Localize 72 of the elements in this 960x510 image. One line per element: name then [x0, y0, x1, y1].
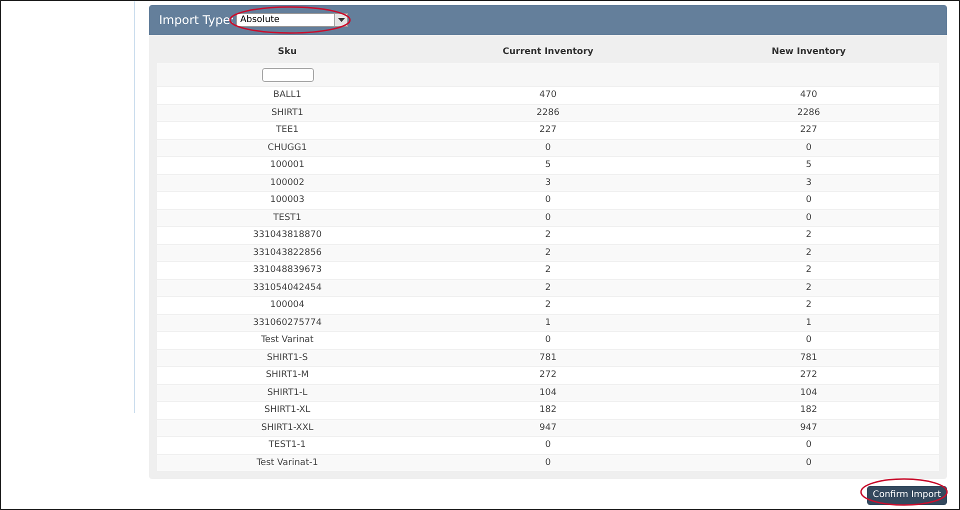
table-cell-text: 2 [804, 265, 813, 276]
table-cell-text: 1 [804, 318, 813, 328]
table-cell-text: 331043818870 [252, 230, 323, 240]
table-cell-text: 5 [804, 160, 813, 170]
table-cell-text: 331060275774 [252, 318, 323, 328]
table-cell-text: 3 [804, 178, 813, 188]
table-cell-text: SHIRT1-M [264, 370, 310, 380]
table-cell-text: 100004 [269, 300, 306, 310]
table-cell-text: 100003 [269, 195, 306, 206]
table-cell-text: 2286 [796, 108, 822, 118]
table-cell-text: 0 [804, 335, 813, 346]
table-cell-text: 331048839673 [252, 265, 323, 276]
table-cell-text: 781 [799, 352, 818, 363]
table-cell-text: 227 [799, 125, 818, 136]
table-cell-text: 182 [538, 405, 558, 416]
table-cell-text: 5 [544, 160, 552, 170]
table-cell-text: Test Varinat-1 [256, 458, 320, 468]
table-cell-text: 0 [544, 212, 552, 223]
table-cell-text: TEE1 [275, 125, 300, 136]
table-cell-text: 0 [544, 458, 552, 468]
table-cell-text: 272 [538, 370, 558, 380]
table-cell-text: 0 [544, 195, 552, 206]
table-cell-text: TEST1 [272, 212, 302, 223]
table-cell-text: SHIRT1-XL [263, 405, 312, 416]
column-header: Sku [276, 46, 298, 56]
table-cell-text: BALL1 [272, 90, 302, 100]
table-cell-text: 331043822856 [252, 248, 323, 258]
table-cell-text: 470 [799, 90, 818, 100]
table-cell-text: 2 [544, 282, 552, 293]
table-cell-text: 272 [799, 370, 818, 380]
table-cell-text: 947 [538, 422, 558, 433]
table-cell-text: 0 [544, 142, 552, 153]
table-cell-text: 104 [799, 388, 818, 398]
table-cell-text: 2 [544, 248, 552, 258]
table-cell-text: 0 [804, 142, 813, 153]
table-cell-text: 0 [804, 195, 813, 206]
table-cell-text: TEST1-1 [268, 440, 307, 450]
table-cell-text: 2 [544, 300, 552, 310]
table-cell-text: 2 [544, 230, 552, 240]
table-cell-text: 104 [538, 388, 558, 398]
table-cell-text: 947 [799, 422, 818, 433]
table-cell-text: 781 [538, 352, 558, 363]
confirm-import-button[interactable]: Confirm Import [866, 486, 947, 504]
table-cell-text: 2286 [536, 108, 560, 118]
table-cell-text: 0 [804, 212, 813, 223]
table-cell-text: 1 [544, 318, 552, 328]
table-cell-text: Test Varinat [260, 335, 315, 346]
table-cell-text: 100001 [269, 160, 306, 170]
table-cell-text: 3 [544, 178, 552, 188]
table-cell-text: 0 [544, 335, 552, 346]
table-cell-text: 2 [804, 230, 813, 240]
table-cell-text: SHIRT1-S [266, 352, 309, 363]
table-cell-text: 0 [804, 440, 813, 450]
table-cell-text: 0 [544, 440, 552, 450]
table-cell-text: 2 [804, 282, 813, 293]
table-cell-text: 227 [538, 125, 558, 136]
table-cell-text: SHIRT1 [270, 108, 304, 118]
column-header: New Inventory [770, 46, 847, 56]
sku-filter-field[interactable] [262, 68, 314, 82]
table-cell-text: 100002 [269, 178, 306, 188]
table-cell-text: 470 [538, 90, 558, 100]
table-cell-text: 2 [544, 265, 552, 276]
table-cell-text: 0 [804, 458, 813, 468]
table-cell-text: 182 [799, 405, 818, 416]
table-cell-text: SHIRT1-L [266, 388, 308, 398]
table-cell-text: 331054042454 [252, 282, 323, 293]
table-cell-text: SHIRT1-XXL [260, 422, 314, 433]
table-cell-text: CHUGG1 [266, 142, 308, 153]
import-type-dropdown[interactable]: Absolute [236, 13, 348, 27]
column-header: Current Inventory [502, 46, 594, 56]
table-cell-text: 2 [804, 300, 813, 310]
table-cell-text: 2 [804, 248, 813, 258]
